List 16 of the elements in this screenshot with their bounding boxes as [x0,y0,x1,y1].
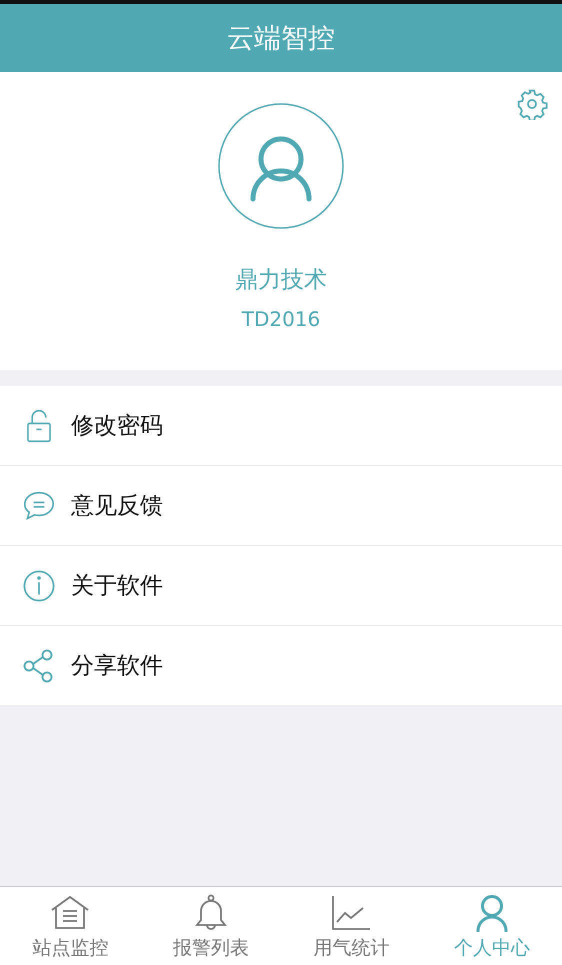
settings-icon[interactable] [516,88,548,120]
tab[interactable]: 用气统计 [281,887,422,965]
info-icon [23,568,55,602]
avatar-icon [218,103,344,229]
user-name: 鼎力技术 [235,266,327,295]
share-icon [23,648,55,682]
home-icon [50,894,90,932]
tab[interactable]: 报警列表 [140,887,281,965]
menu-item[interactable]: 分享软件 [0,626,562,705]
menu-item[interactable]: 关于软件 [0,546,562,626]
menu-item[interactable]: 意见反馈 [0,466,562,546]
account-id: TD2016 [242,307,320,331]
tab[interactable]: 站点监控 [0,887,140,965]
line-chart-icon [331,894,372,932]
app-title: 云端智控 [227,22,335,56]
menu-item[interactable]: 修改密码 [0,386,562,466]
